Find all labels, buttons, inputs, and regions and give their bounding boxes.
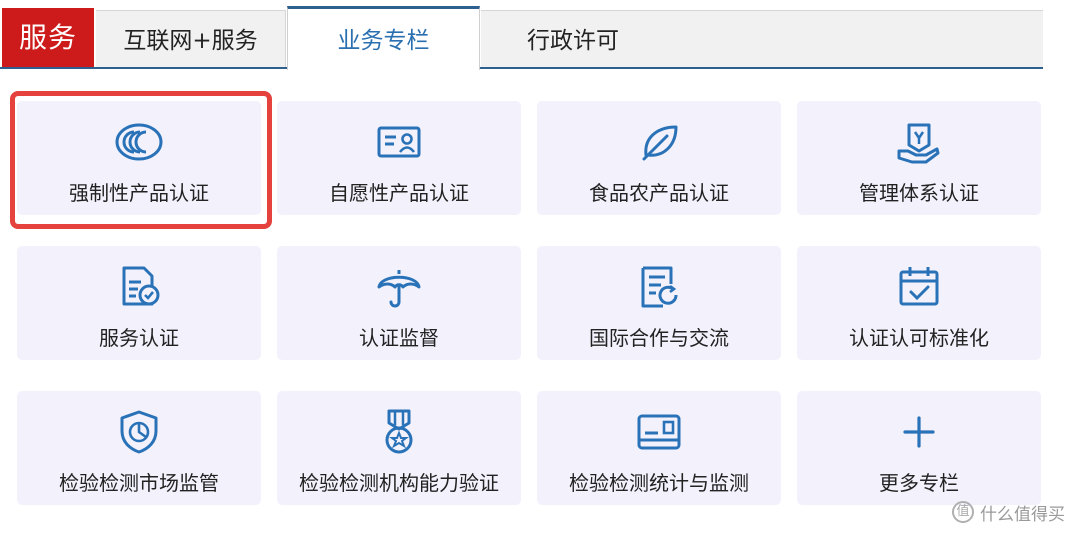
calendar-check-icon <box>894 262 944 312</box>
card-label: 自愿性产品认证 <box>329 181 469 205</box>
leaf-icon <box>634 117 684 167</box>
umbrella-icon <box>374 262 424 312</box>
watermark-text: 什么值得买 <box>980 504 1065 525</box>
certificate-hand-icon <box>894 117 944 167</box>
card-certification-supervision[interactable]: 认证监督 <box>277 246 521 360</box>
card-label: 服务认证 <box>99 326 179 350</box>
card-label: 认证认可标准化 <box>849 326 989 350</box>
card-label: 强制性产品认证 <box>69 181 209 205</box>
tab-business-column[interactable]: 业务专栏 <box>287 6 480 70</box>
card-inspection-market-supervision[interactable]: 检验检测市场监管 <box>17 391 261 505</box>
watermark: 值 什么值得买 <box>952 498 1065 526</box>
watermark-badge-icon: 值 <box>952 501 974 523</box>
document-check-icon <box>114 262 164 312</box>
card-stats-icon <box>634 407 684 457</box>
page: 服务 互联网+服务 业务专栏 行政许可 强制性产品认证 自愿性产品认证 食品农产… <box>0 0 1080 534</box>
card-compulsory-product-certification[interactable]: 强制性产品认证 <box>17 101 261 215</box>
plus-icon <box>894 407 944 457</box>
card-label: 国际合作与交流 <box>589 326 729 350</box>
card-label: 检验检测统计与监测 <box>569 471 749 495</box>
medal-icon <box>374 407 424 457</box>
card-food-agricultural-certification[interactable]: 食品农产品认证 <box>537 101 781 215</box>
card-certification-standardization[interactable]: 认证认可标准化 <box>797 246 1041 360</box>
ccc-mark-icon <box>114 117 164 167</box>
card-inspection-proficiency-testing[interactable]: 检验检测机构能力验证 <box>277 391 521 505</box>
card-more-columns[interactable]: 更多专栏 <box>797 391 1041 505</box>
card-label: 检验检测市场监管 <box>59 471 219 495</box>
card-label: 更多专栏 <box>879 471 959 495</box>
shield-chart-icon <box>114 407 164 457</box>
card-voluntary-product-certification[interactable]: 自愿性产品认证 <box>277 101 521 215</box>
card-management-system-certification[interactable]: 管理体系认证 <box>797 101 1041 215</box>
tab-internet-plus-service[interactable]: 互联网+服务 <box>96 10 286 67</box>
id-card-icon <box>374 117 424 167</box>
card-label: 检验检测机构能力验证 <box>299 471 499 495</box>
card-service-certification[interactable]: 服务认证 <box>17 246 261 360</box>
card-label: 认证监督 <box>359 326 439 350</box>
card-inspection-statistics-monitoring[interactable]: 检验检测统计与监测 <box>537 391 781 505</box>
card-label: 食品农产品认证 <box>589 181 729 205</box>
document-refresh-icon <box>634 262 684 312</box>
brand-label: 服务 <box>2 8 94 67</box>
tab-bar: 服务 互联网+服务 业务专栏 行政许可 <box>0 0 1080 70</box>
card-label: 管理体系认证 <box>859 181 979 205</box>
tab-administrative-license[interactable]: 行政许可 <box>481 10 1043 67</box>
card-international-cooperation[interactable]: 国际合作与交流 <box>537 246 781 360</box>
